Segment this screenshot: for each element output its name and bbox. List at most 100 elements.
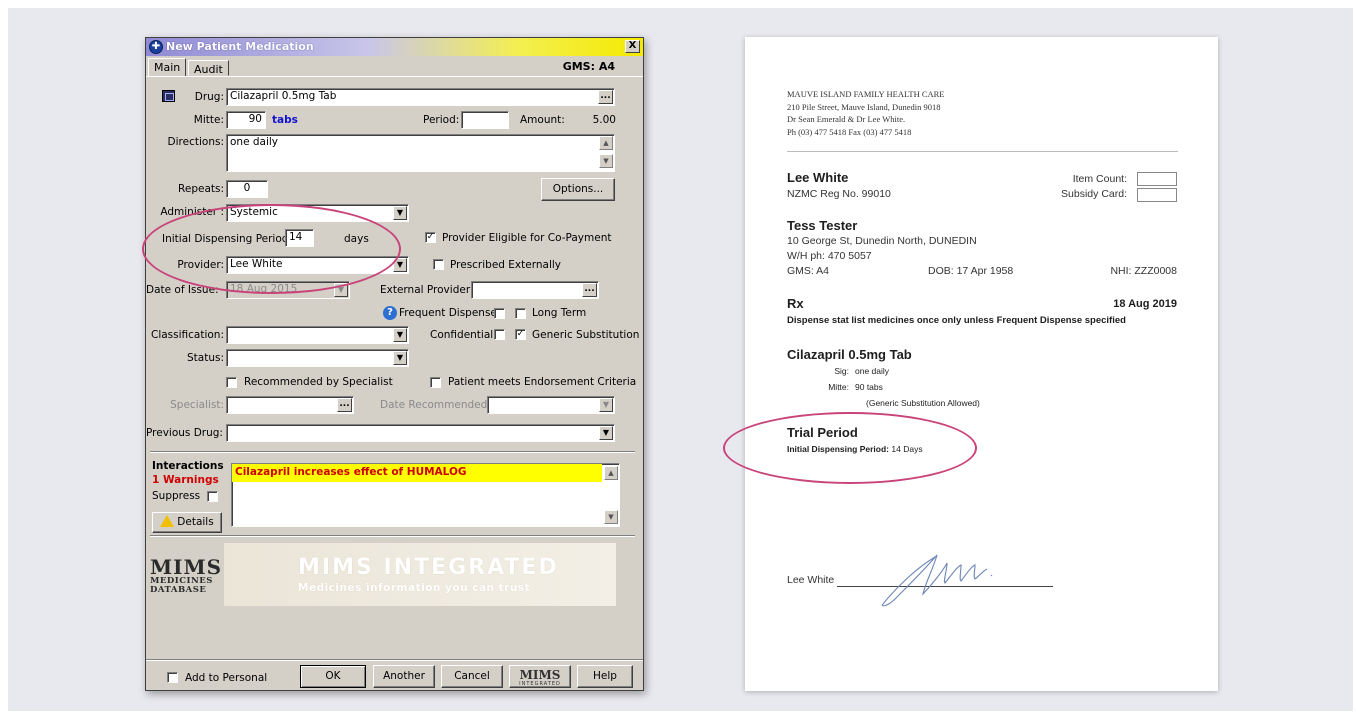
drug-search-icon[interactable] — [162, 90, 175, 102]
period-label: Period: — [423, 114, 460, 126]
interactions-list[interactable]: Cilazapril increases effect of HUMALOG ▲… — [231, 463, 620, 527]
initial-dispensing-period-label: Initial Dispensing Period: — [162, 233, 292, 245]
drug-lookup-button[interactable]: ... — [598, 90, 613, 104]
subsidy-card-box — [1137, 188, 1177, 202]
suppress-checkbox[interactable] — [207, 491, 218, 502]
clinic-header: MAUVE ISLAND FAMILY HEALTH CARE 210 Pile… — [787, 88, 945, 138]
classification-label: Classification: — [150, 329, 224, 341]
chevron-down-icon[interactable]: ▼ — [599, 398, 613, 412]
tab-main[interactable]: Main — [148, 58, 187, 77]
options-button[interactable]: Options... — [541, 178, 615, 201]
ok-button[interactable]: OK — [300, 665, 366, 688]
drug-name: Cilazapril 0.5mg Tab — [787, 347, 912, 362]
drug-label: Drug: — [194, 91, 224, 103]
external-provider-field[interactable]: ... — [471, 281, 599, 299]
banner-title: MIMS INTEGRATED — [298, 555, 559, 580]
cancel-button[interactable]: Cancel — [441, 665, 503, 688]
add-to-personal-label: Add to Personal — [185, 672, 268, 684]
dialog-title: New Patient Medication — [166, 40, 314, 53]
patient-gms: GMS: A4 — [787, 265, 830, 277]
clinic-doctors: Dr Sean Emerald & Dr Lee White. — [787, 114, 906, 124]
recommended-by-specialist-checkbox[interactable] — [226, 377, 237, 388]
suppress-label: Suppress — [152, 490, 201, 502]
clinic-phone: Ph (03) 477 5418 Fax (03) 477 5418 — [787, 126, 912, 137]
mitte-label: Mitte: — [193, 114, 224, 126]
amount-value: 5.00 — [592, 114, 616, 126]
frequent-dispense-checkbox[interactable] — [494, 308, 505, 319]
previous-drug-select[interactable]: ▼ — [226, 424, 615, 442]
external-provider-label: External Provider: — [380, 284, 474, 296]
classification-select[interactable]: ▼ — [226, 326, 409, 344]
specialist-field[interactable]: ... — [226, 396, 354, 414]
subsidy-card-label: Subsidy Card: — [1061, 188, 1127, 200]
gms-label: GMS: A4 — [562, 60, 615, 73]
mims-button[interactable]: MIMS INTEGRATED — [509, 665, 571, 688]
rx-label: Rx — [787, 296, 804, 311]
sig-value: one daily — [855, 366, 890, 376]
initial-dispensing-period-field[interactable]: 14 — [285, 229, 314, 247]
warnings-count: 1 Warnings — [152, 474, 219, 486]
item-count-label: Item Count: — [1072, 173, 1127, 185]
date-recommended-label: Date Recommended: — [380, 399, 491, 411]
tab-panel-edge — [146, 76, 643, 77]
endorsement-criteria-checkbox[interactable] — [430, 377, 441, 388]
date-of-issue-value: 18 Aug 2015 — [230, 283, 298, 295]
signature-image — [881, 554, 993, 607]
mitte-label: Mitte: — [828, 382, 849, 392]
idp-label: Initial Dispensing Period: — [787, 444, 890, 454]
period-field[interactable] — [461, 111, 509, 129]
chevron-down-icon[interactable]: ▼ — [393, 328, 407, 342]
rx-note: Dispense stat list medicines once only u… — [787, 315, 1126, 326]
add-to-personal-checkbox[interactable] — [167, 672, 178, 683]
patient-name: Tess Tester — [787, 218, 858, 233]
divider — [150, 451, 635, 453]
chevron-down-icon: ▼ — [334, 283, 348, 297]
help-icon[interactable]: ? — [383, 306, 397, 320]
new-patient-medication-dialog: ✚ New Patient Medication X Main Audit GM… — [145, 37, 644, 691]
status-select[interactable]: ▼ — [226, 349, 409, 367]
help-button[interactable]: Help — [577, 665, 633, 688]
chevron-down-icon[interactable]: ▼ — [393, 351, 407, 365]
drug-field[interactable]: Cilazapril 0.5mg Tab ... — [226, 88, 615, 106]
trial-period-line: Initial Dispensing Period: 14 Days — [787, 444, 923, 454]
mims-logo-title: MIMS — [150, 555, 223, 579]
mims-logo: MIMS MEDICINES DATABASE — [150, 557, 228, 595]
close-button[interactable]: X — [625, 40, 640, 53]
scroll-down-icon[interactable]: ▼ — [599, 154, 613, 168]
directions-field[interactable]: one daily ▲ ▼ — [226, 134, 615, 172]
scroll-down-icon[interactable]: ▼ — [604, 510, 618, 524]
specialist-lookup-button[interactable]: ... — [337, 398, 352, 412]
date-of-issue-label: Date of Issue: — [146, 284, 219, 296]
mims-button-sub: INTEGRATED — [519, 681, 561, 687]
date-recommended-field[interactable]: ▼ — [487, 396, 615, 414]
another-button[interactable]: Another — [373, 665, 435, 688]
details-label: Details — [177, 516, 214, 528]
drug-value: Cilazapril 0.5mg Tab — [230, 90, 337, 102]
chevron-down-icon[interactable]: ▼ — [393, 206, 407, 220]
signature-name: Lee White — [787, 574, 835, 586]
scroll-up-icon[interactable]: ▲ — [604, 466, 618, 480]
chevron-down-icon[interactable]: ▼ — [393, 258, 407, 272]
provider-select[interactable]: Lee White ▼ — [226, 256, 409, 274]
prescribed-externally-checkbox[interactable] — [433, 259, 444, 270]
repeats-field[interactable]: 0 — [226, 180, 268, 198]
administer-select[interactable]: Systemic ▼ — [226, 204, 409, 222]
external-provider-lookup-button[interactable]: ... — [582, 283, 597, 297]
header-rule — [787, 151, 1178, 152]
long-term-checkbox[interactable] — [515, 308, 526, 319]
frequent-dispense-label: Frequent Dispense — [399, 307, 497, 319]
tab-audit[interactable]: Audit — [188, 60, 229, 76]
scroll-up-icon[interactable]: ▲ — [599, 136, 613, 150]
generic-substitution-label: Generic Substitution — [532, 329, 640, 341]
previous-drug-label: Previous Drug: — [146, 427, 223, 439]
mitte-field[interactable]: 90 — [226, 111, 266, 129]
app-icon: ✚ — [149, 40, 163, 54]
provider-eligible-checkbox[interactable]: ✓ — [425, 232, 436, 243]
confidential-checkbox[interactable] — [494, 329, 505, 340]
title-bar[interactable]: ✚ New Patient Medication X — [146, 38, 643, 56]
details-button[interactable]: Details — [152, 512, 222, 533]
repeats-label: Repeats: — [178, 183, 224, 195]
chevron-down-icon[interactable]: ▼ — [599, 426, 613, 440]
generic-substitution-checkbox[interactable]: ✓ — [515, 329, 526, 340]
interaction-item[interactable]: Cilazapril increases effect of HUMALOG — [232, 464, 602, 482]
